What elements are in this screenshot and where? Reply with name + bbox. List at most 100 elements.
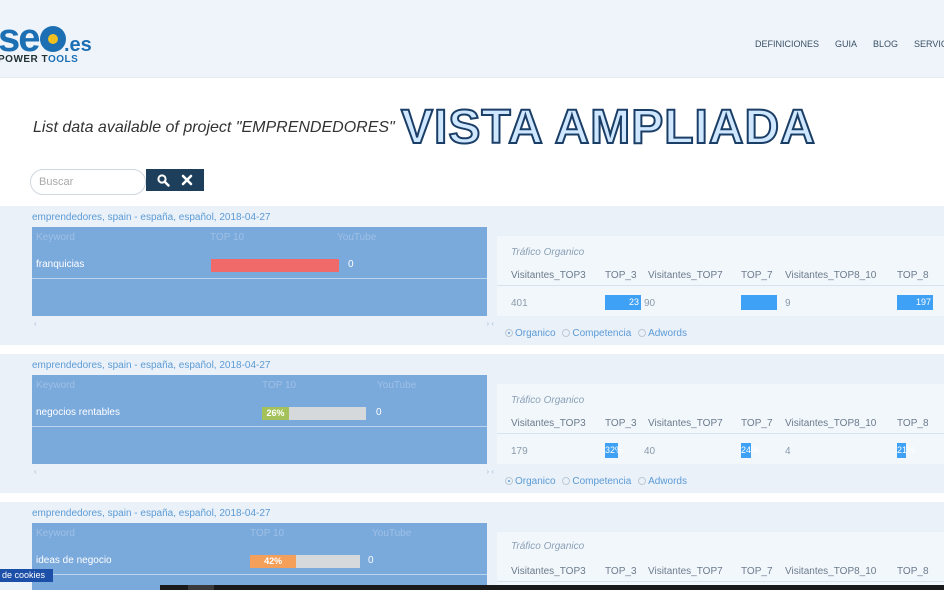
col-visitantes-top7[interactable]: Visitantes_TOP7	[648, 418, 723, 429]
project-panel: emprendedores, spain - españa, español, …	[0, 502, 944, 590]
traffic-table: Tráfico Organico Visitantes_TOP3 TOP_3 V…	[497, 532, 944, 590]
horizontal-scrollbar[interactable]: ‹ › ‹	[32, 467, 494, 477]
col-youtube[interactable]: YouTube	[377, 380, 416, 391]
youtube-cell: 0	[376, 407, 382, 418]
keyword-table: Keyword TOP 10 YouTube negocios rentable…	[32, 375, 487, 464]
page-title: List data available of project "EMPRENDE…	[33, 119, 395, 136]
table-row: ideas de negocio 42% 0	[32, 545, 487, 575]
radio-adwords[interactable]: Adwords	[638, 476, 687, 487]
traffic-header-row: Visitantes_TOP3 TOP_3 Visitantes_TOP7 TO…	[497, 560, 944, 582]
radio-organico[interactable]: Organico	[505, 328, 556, 339]
col-keyword[interactable]: Keyword	[36, 232, 75, 243]
top8-bar: 197	[897, 295, 933, 310]
top7-bar	[741, 295, 777, 310]
main-nav: DEFINICIONES GUIA BLOG SERVICI	[755, 39, 944, 49]
col-top8[interactable]: TOP_8	[897, 566, 929, 577]
clear-icon[interactable]	[181, 174, 193, 186]
overlay-title: VISTA AMPLIADA	[400, 100, 816, 155]
radio-competencia[interactable]: Competencia	[562, 328, 631, 339]
search-input[interactable]: Buscar	[30, 169, 146, 195]
site-header: se .es POWER TOOLS DEFINICIONES GUIA BLO…	[0, 0, 944, 78]
col-top3[interactable]: TOP_3	[605, 566, 637, 577]
youtube-cell: 0	[348, 259, 354, 270]
project-panel: emprendedores, spain - españa, español, …	[0, 206, 944, 345]
visitantes-top7-value: 90	[644, 298, 656, 309]
col-top8[interactable]: TOP_8	[897, 270, 929, 281]
col-visitantes-top8-10[interactable]: Visitantes_TOP8_10	[785, 270, 876, 281]
col-top10[interactable]: TOP 10	[250, 528, 284, 539]
youtube-cell: 0	[368, 555, 374, 566]
traffic-header-row: Visitantes_TOP3 TOP_3 Visitantes_TOP7 TO…	[497, 264, 944, 286]
col-visitantes-top3[interactable]: Visitantes_TOP3	[511, 566, 586, 577]
radio-competencia[interactable]: Competencia	[562, 476, 631, 487]
top3-bar: 23	[605, 295, 641, 310]
col-keyword[interactable]: Keyword	[36, 528, 75, 539]
top10-bar-fill	[211, 259, 339, 272]
col-youtube[interactable]: YouTube	[337, 232, 376, 243]
panel-heading[interactable]: emprendedores, spain - españa, español, …	[32, 360, 271, 371]
col-top8[interactable]: TOP_8	[897, 418, 929, 429]
visitantes-top8-value: 9	[785, 298, 791, 309]
view-radio-group: Organico Competencia Adwords	[505, 328, 691, 339]
top7-bar: 24%	[741, 443, 759, 458]
col-youtube[interactable]: YouTube	[372, 528, 411, 539]
traffic-row: 401 23 90 9 197	[497, 292, 944, 314]
table-row: negocios rentables 26% 0	[32, 397, 487, 427]
panel-heading[interactable]: emprendedores, spain - españa, español, …	[32, 508, 271, 519]
keyword-table-header: Keyword TOP 10 YouTube	[32, 375, 487, 395]
col-top7[interactable]: TOP_7	[741, 566, 773, 577]
col-visitantes-top3[interactable]: Visitantes_TOP3	[511, 418, 586, 429]
bottom-bar	[160, 585, 944, 590]
visitantes-top8-value: 4	[785, 446, 791, 457]
traffic-table: Tráfico Organico Visitantes_TOP3 TOP_3 V…	[497, 236, 944, 316]
col-top3[interactable]: TOP_3	[605, 418, 637, 429]
nav-blog[interactable]: BLOG	[873, 39, 898, 49]
col-top3[interactable]: TOP_3	[605, 270, 637, 281]
keyword-cell: franquicias	[36, 259, 85, 270]
radio-adwords[interactable]: Adwords	[638, 328, 687, 339]
keyword-table-header: Keyword TOP 10 YouTube	[32, 523, 487, 543]
col-visitantes-top3[interactable]: Visitantes_TOP3	[511, 270, 586, 281]
view-radio-group: Organico Competencia Adwords	[505, 476, 691, 487]
horizontal-scrollbar[interactable]: ‹ › ‹	[32, 319, 494, 329]
nav-definiciones[interactable]: DEFINICIONES	[755, 39, 819, 49]
keyword-cell: ideas de negocio	[36, 555, 112, 566]
col-visitantes-top8-10[interactable]: Visitantes_TOP8_10	[785, 566, 876, 577]
col-keyword[interactable]: Keyword	[36, 380, 75, 391]
traffic-table: Tráfico Organico Visitantes_TOP3 TOP_3 V…	[497, 384, 944, 464]
radio-organico[interactable]: Organico	[505, 476, 556, 487]
top10-bar: 42%	[250, 555, 360, 568]
traffic-header-row: Visitantes_TOP3 TOP_3 Visitantes_TOP7 TO…	[497, 412, 944, 434]
keyword-table: Keyword TOP 10 YouTube ideas de negocio …	[32, 523, 487, 590]
top10-bar-fill: 26%	[262, 407, 290, 420]
top10-bar	[211, 259, 339, 272]
search-icon[interactable]	[157, 173, 170, 187]
visitantes-top3-value: 179	[511, 446, 528, 457]
project-panel: emprendedores, spain - españa, español, …	[0, 354, 944, 493]
logo-tagline: POWER TOOLS	[0, 54, 79, 65]
col-visitantes-top8-10[interactable]: Visitantes_TOP8_10	[785, 418, 876, 429]
col-top10[interactable]: TOP 10	[262, 380, 296, 391]
table-row: franquicias 0	[32, 249, 487, 279]
traffic-title: Tráfico Organico	[511, 541, 585, 552]
nav-servicios[interactable]: SERVICI	[914, 39, 944, 49]
traffic-row: 179 32% 40 24% 4 21%	[497, 440, 944, 462]
cookie-notice[interactable]: de cookies	[0, 569, 53, 582]
keyword-table-header: Keyword TOP 10 YouTube	[32, 227, 487, 247]
col-top10[interactable]: TOP 10	[210, 232, 244, 243]
keyword-cell: negocios rentables	[36, 407, 120, 418]
col-top7[interactable]: TOP_7	[741, 270, 773, 281]
panel-heading[interactable]: emprendedores, spain - españa, español, …	[32, 212, 271, 223]
nav-guia[interactable]: GUIA	[835, 39, 857, 49]
col-visitantes-top7[interactable]: Visitantes_TOP7	[648, 270, 723, 281]
top8-bar: 21%	[897, 443, 915, 458]
col-top7[interactable]: TOP_7	[741, 418, 773, 429]
seo-logo[interactable]: se .es POWER TOOLS	[0, 18, 118, 68]
visitantes-top7-value: 40	[644, 446, 656, 457]
keyword-table: Keyword TOP 10 YouTube franquicias 0	[32, 227, 487, 316]
traffic-title: Tráfico Organico	[511, 247, 585, 258]
traffic-title: Tráfico Organico	[511, 395, 585, 406]
top10-bar: 26%	[262, 407, 366, 420]
col-visitantes-top7[interactable]: Visitantes_TOP7	[648, 566, 723, 577]
visitantes-top3-value: 401	[511, 298, 528, 309]
